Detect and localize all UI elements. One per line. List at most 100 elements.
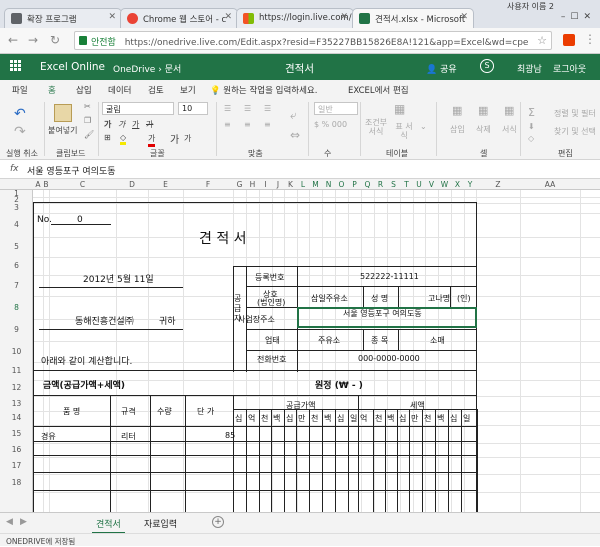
shrink-font-icon[interactable]: 가 (184, 133, 191, 144)
scroll-left-icon[interactable]: ◀ (6, 517, 13, 527)
column-header-u[interactable]: U (413, 180, 425, 189)
column-header-l[interactable]: L (297, 180, 309, 189)
close-icon[interactable]: ✕ (460, 12, 468, 22)
row-header-7[interactable]: 7 (0, 275, 33, 296)
grow-font-icon[interactable]: 가 (170, 131, 179, 146)
delete-cells-button[interactable]: 삭제 (476, 124, 491, 135)
column-header-w[interactable]: W (438, 180, 451, 189)
align-center-icon[interactable]: ≡ (244, 120, 251, 129)
row-header-18[interactable]: 18 (0, 474, 33, 492)
sheet-tab-quote[interactable]: 견적서 (92, 517, 125, 534)
underline-icon[interactable]: 가 (132, 119, 139, 130)
document-title[interactable]: 견적서 (285, 61, 314, 76)
app-launcher-icon[interactable] (10, 60, 22, 72)
row-header-16[interactable]: 16 (0, 443, 33, 457)
breadcrumb-onedrive[interactable]: OneDrive (113, 65, 155, 75)
column-header-f[interactable]: F (183, 180, 233, 189)
user-name[interactable]: 최광남 (517, 62, 542, 75)
font-color-icon[interactable]: 가 (148, 133, 156, 147)
format-cells-icon[interactable]: ▦ (504, 104, 514, 117)
row-header-12[interactable]: 12 (0, 380, 33, 396)
row-header-5[interactable]: 5 (0, 237, 33, 257)
wrap-text-icon[interactable]: ⤶ (290, 108, 297, 123)
cut-icon[interactable]: ✂ (84, 102, 91, 111)
column-header-r[interactable]: R (374, 180, 387, 189)
paste-label[interactable]: 붙여넣기 (48, 125, 77, 136)
add-sheet-icon[interactable]: + (212, 516, 224, 528)
window-controls[interactable]: –☐✕ (561, 12, 596, 22)
column-header-i[interactable]: I (259, 180, 272, 189)
row-header-15[interactable]: 15 (0, 425, 33, 443)
column-header-j[interactable]: J (272, 180, 284, 189)
tab-insert[interactable]: 삽입 (76, 84, 92, 96)
currency-buttons[interactable]: $ % 000 (314, 120, 347, 129)
profile-badge[interactable]: 사용자 이름 2 (507, 1, 554, 12)
browser-tab-login[interactable]: https://login.live.com/c ✕ (236, 8, 354, 28)
align-bottom-icon[interactable]: ☰ (264, 104, 271, 113)
skype-icon[interactable]: S (480, 59, 494, 73)
tell-me-box[interactable]: 💡 원하는 작업을 입력하세요. (210, 84, 317, 96)
align-left-icon[interactable]: ≡ (224, 120, 231, 129)
back-icon[interactable]: ← (8, 33, 18, 47)
close-icon[interactable]: ✕ (108, 12, 116, 22)
sort-filter-button[interactable]: 정렬 및 필터 (554, 108, 596, 119)
active-cell-selection[interactable] (297, 307, 477, 328)
bookmark-star-icon[interactable]: ☆ (537, 34, 547, 47)
row-header-14[interactable]: 14 (0, 411, 33, 425)
row-header-11[interactable]: 11 (0, 362, 33, 380)
row-header-10[interactable]: 10 (0, 341, 33, 362)
column-header-x[interactable]: X (451, 180, 464, 189)
format-table-button[interactable]: 표 서식 (392, 122, 416, 140)
autosum-icon[interactable]: Σ (528, 106, 535, 119)
tab-file[interactable]: 파일 (12, 84, 28, 96)
bold-icon[interactable]: 가 (104, 119, 111, 130)
column-header-q[interactable]: Q (361, 180, 374, 189)
row-header-13[interactable]: 13 (0, 396, 33, 411)
url-input[interactable]: 안전함 https://onedrive.live.com/Edit.aspx?… (74, 31, 552, 50)
copy-icon[interactable]: ❐ (84, 116, 91, 125)
border-icon[interactable]: ⊞ (104, 133, 111, 142)
font-size-select[interactable]: 10 (178, 102, 208, 115)
worksheet[interactable]: No. 0 견 적 서 2012년 5월 11일 동해진흥건설㈜ 귀하 아래와 … (33, 190, 600, 512)
office-extension-icon[interactable] (563, 34, 575, 46)
redo-icon[interactable]: ↷ (14, 124, 26, 140)
column-header-o[interactable]: O (335, 180, 348, 189)
row-header-17[interactable]: 17 (0, 457, 33, 474)
strikethrough-icon[interactable]: 가 (146, 119, 153, 130)
tab-data[interactable]: 데이터 (108, 84, 131, 96)
insert-cells-icon[interactable]: ▦ (452, 104, 462, 117)
open-in-excel-button[interactable]: EXCEL에서 편집 (348, 84, 409, 96)
column-header-e[interactable]: E (148, 180, 183, 189)
column-header-h[interactable]: H (246, 180, 259, 189)
scroll-right-icon[interactable]: ▶ (20, 517, 27, 527)
row-header-6[interactable]: 6 (0, 257, 33, 275)
find-select-button[interactable]: 찾기 및 선택 (554, 126, 596, 137)
share-button[interactable]: 👤 공유 (426, 62, 457, 75)
breadcrumb-folder[interactable]: 문서 (165, 65, 182, 75)
delete-cells-icon[interactable]: ▦ (478, 104, 488, 117)
function-icon[interactable]: fx (10, 164, 19, 174)
fill-icon[interactable]: ⬇ (528, 122, 535, 131)
font-name-select[interactable]: 굴림 (102, 102, 174, 115)
row-header-3[interactable]: 3 (0, 203, 33, 213)
logout-link[interactable]: 로그아웃 (553, 62, 586, 75)
column-header-z[interactable]: Z (476, 180, 520, 189)
column-header-g[interactable]: G (233, 180, 246, 189)
forward-icon[interactable]: → (28, 33, 38, 47)
merge-icon[interactable]: ⇔ (290, 128, 300, 142)
close-icon[interactable]: ✕ (340, 12, 348, 22)
tab-view[interactable]: 보기 (180, 84, 196, 96)
column-header-s[interactable]: S (387, 180, 400, 189)
number-format-select[interactable]: 일반 (314, 102, 358, 115)
align-right-icon[interactable]: ≡ (264, 120, 271, 129)
sheet-tab-data-input[interactable]: 자료입력 (144, 517, 177, 530)
column-header-c[interactable]: C (49, 180, 116, 189)
browser-tab-extensions[interactable]: 확장 프로그램 ✕ (4, 8, 122, 28)
format-painter-icon[interactable]: 🖌 (84, 130, 94, 139)
reload-icon[interactable]: ↻ (50, 33, 60, 47)
formula-input[interactable]: 서울 영등포구 여의도동 (27, 164, 116, 177)
tab-review[interactable]: 검토 (148, 84, 164, 96)
column-header-t[interactable]: T (400, 180, 413, 189)
paste-icon[interactable] (54, 104, 72, 122)
align-middle-icon[interactable]: ☰ (244, 104, 251, 113)
